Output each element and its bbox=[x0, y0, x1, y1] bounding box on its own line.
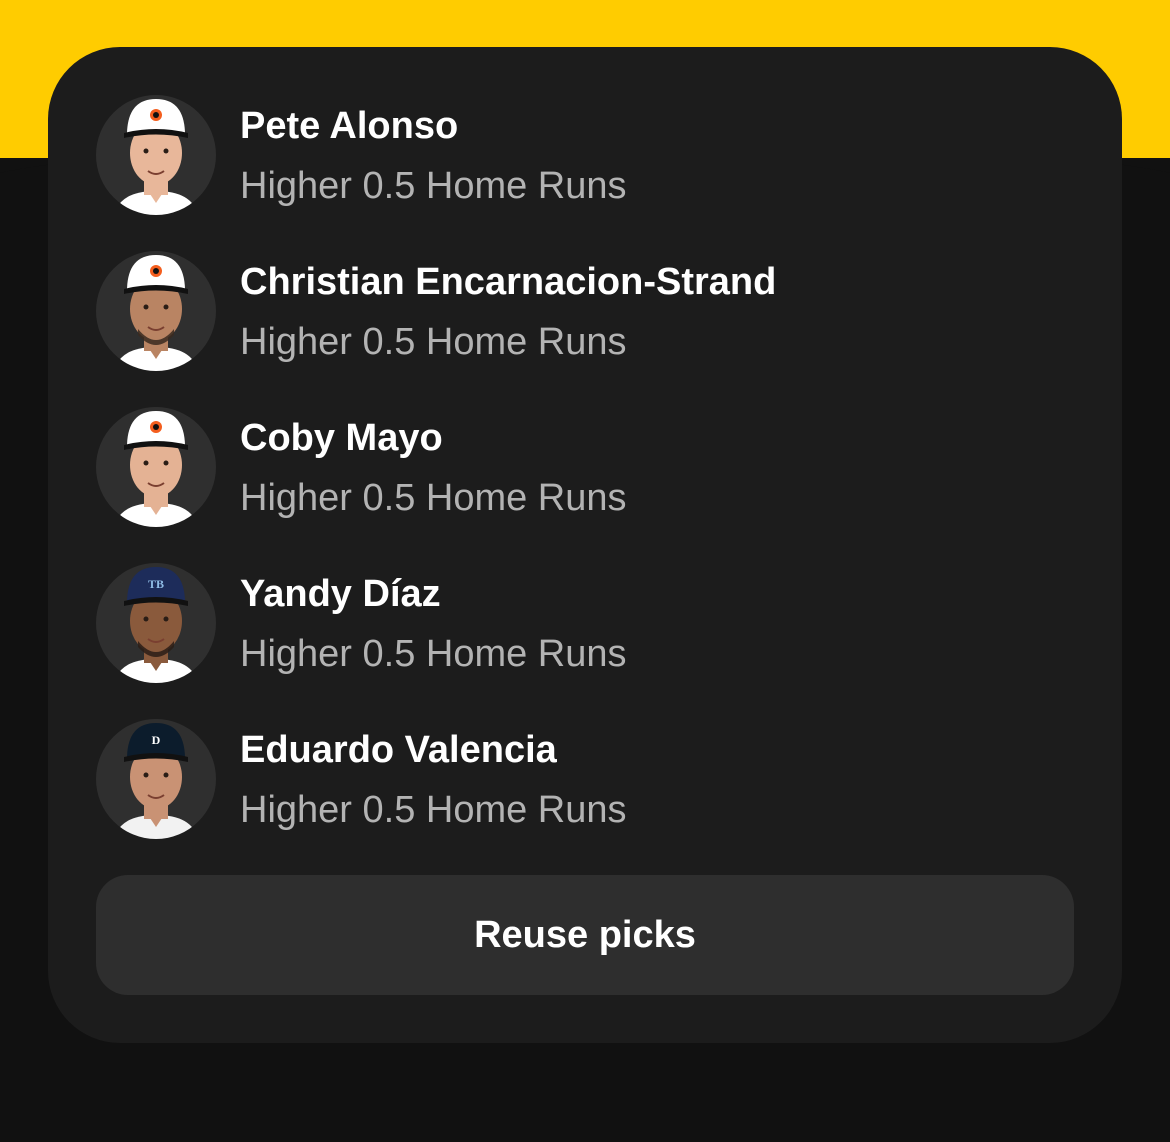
pick-row[interactable]: D Eduardo Valencia Higher 0.5 Home Runs bbox=[96, 719, 1056, 839]
pick-row[interactable]: Coby Mayo Higher 0.5 Home Runs bbox=[96, 407, 1056, 527]
headshot-illustration: D bbox=[114, 723, 198, 839]
player-name: Pete Alonso bbox=[240, 105, 459, 147]
svg-text:TB: TB bbox=[148, 577, 164, 591]
pick-selection: Higher 0.5 Home Runs bbox=[240, 165, 627, 207]
player-name: Coby Mayo bbox=[240, 417, 443, 459]
pick-selection: Higher 0.5 Home Runs bbox=[240, 321, 627, 363]
svg-text:D: D bbox=[152, 733, 161, 747]
player-avatar: D bbox=[96, 719, 216, 839]
player-avatar bbox=[96, 251, 216, 371]
pick-row[interactable]: Christian Encarnacion-Strand Higher 0.5 … bbox=[96, 251, 1056, 371]
headshot-illustration bbox=[114, 255, 198, 371]
player-avatar bbox=[96, 407, 216, 527]
headshot-illustration: TB bbox=[114, 567, 198, 683]
player-name: Eduardo Valencia bbox=[240, 729, 557, 771]
pick-row[interactable]: Pete Alonso Higher 0.5 Home Runs bbox=[96, 95, 1056, 215]
headshot-illustration bbox=[114, 411, 198, 527]
pick-selection: Higher 0.5 Home Runs bbox=[240, 477, 627, 519]
headshot-illustration bbox=[114, 99, 198, 215]
picks-card: Pete Alonso Higher 0.5 Home Runs Christi… bbox=[48, 47, 1122, 1043]
pick-selection: Higher 0.5 Home Runs bbox=[240, 633, 627, 675]
pick-selection: Higher 0.5 Home Runs bbox=[240, 789, 627, 831]
player-avatar bbox=[96, 95, 216, 215]
pick-row[interactable]: TB Yandy Díaz Higher 0.5 Home Runs bbox=[96, 563, 1056, 683]
reuse-picks-button[interactable]: Reuse picks bbox=[96, 875, 1074, 995]
player-name: Christian Encarnacion-Strand bbox=[240, 261, 777, 303]
player-name: Yandy Díaz bbox=[240, 573, 441, 615]
player-avatar: TB bbox=[96, 563, 216, 683]
